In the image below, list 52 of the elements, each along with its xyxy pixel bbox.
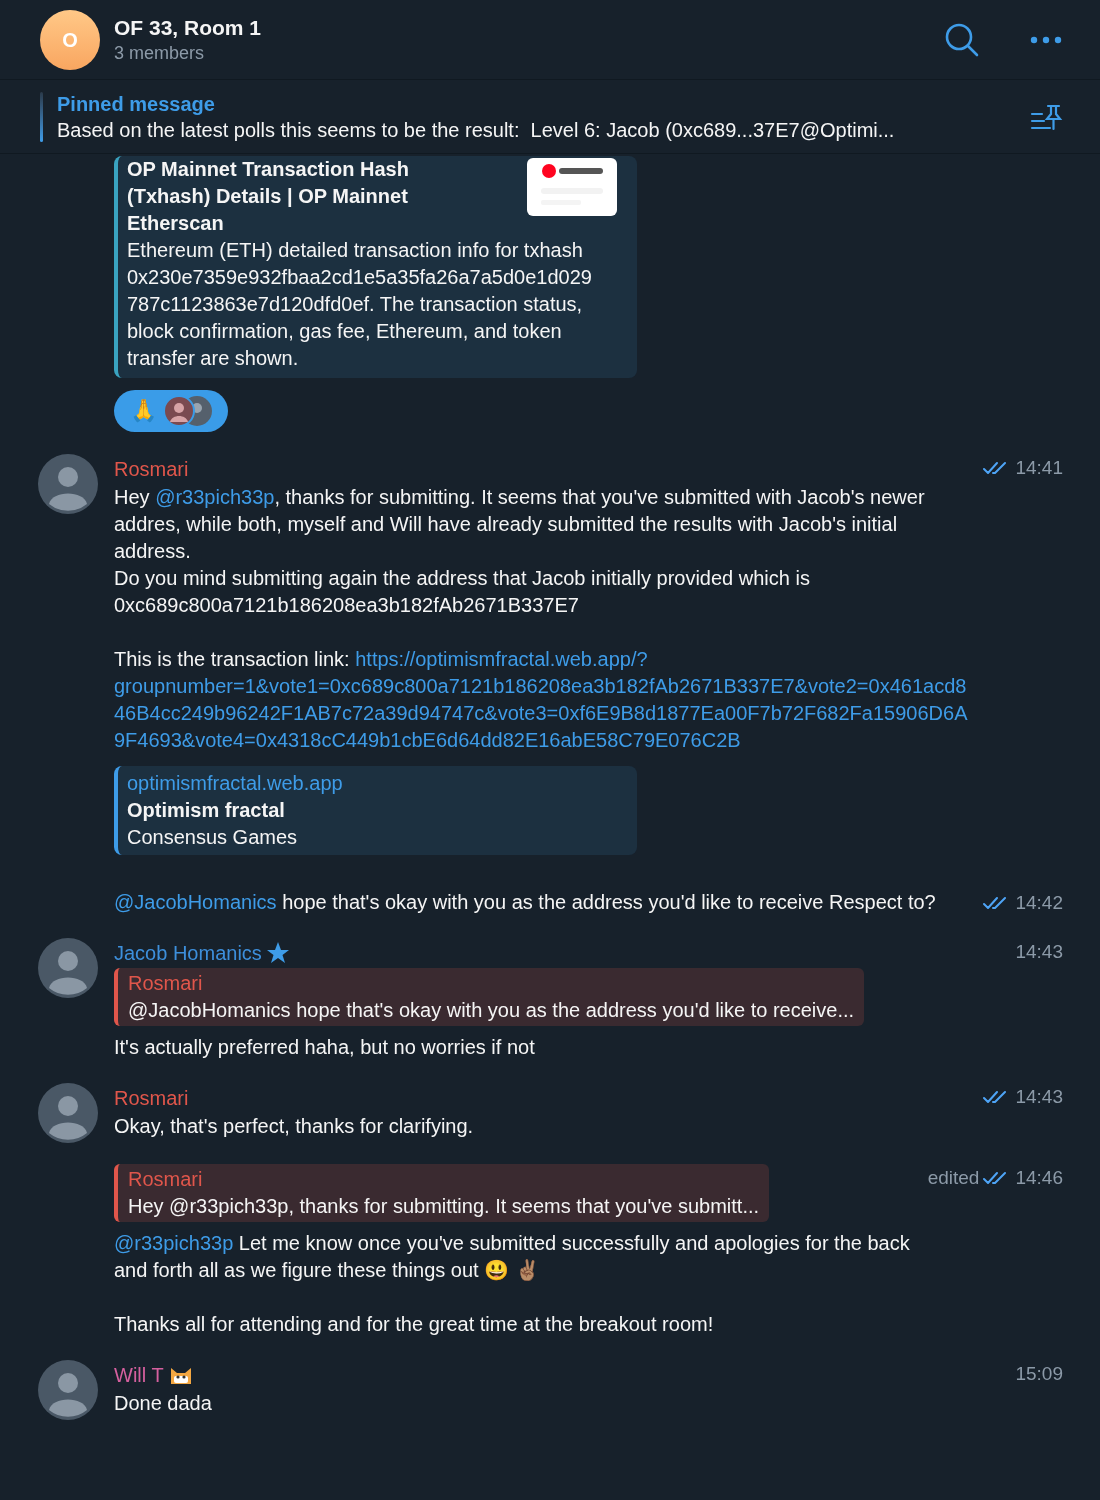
message-text: @r33pich33p Let me know once you've submitted successfully and apologies for the back and forth all as we figure these things out 😃 ✌🏽	[114, 1231, 911, 1283]
preview-title: OP Mainnet Transaction Hash (Txhash) Details | OP Mainnet Etherscan	[127, 157, 410, 236]
mention-link[interactable]: @r33pich33p	[114, 1232, 234, 1254]
link-preview[interactable]	[114, 156, 637, 378]
preview-description: Consensus Games	[127, 825, 299, 850]
star-badge-icon	[265, 941, 290, 965]
preview-description: Ethereum (ETH) detailed transaction info for txhash 0x230e7359e932fbaa2cd1e5a35fa26a7a5d0e1d029787c1123863e7d120dfd0ef. The transaction status, block confirmation, gas fee, Ethereum, and token transfer are shown.	[127, 238, 593, 371]
reaction-emoji: 🙏	[130, 400, 157, 422]
link-preview[interactable]: optimismfractal.web.app Optimism fractal Consensus Games	[114, 766, 637, 855]
sender-name[interactable]: Jacob Homanics	[114, 939, 262, 967]
message-text: Hey @r33pich33p, thanks for submitting. It seems that you've submitted with Jacob's newer addres, while both, myself and Will have already submitted the results with Jacob's initial address. Do you mind submitting again the address that Jacob initially provided which is 0xc689c800a7121b186208ea3b182fAb2671B337E7	[114, 485, 926, 618]
message-text: @JacobHomanics hope that's okay with you as the address you'd like to receive Respect to?	[114, 890, 937, 915]
reply-quote[interactable]: Rosmari @JacobHomanics hope that's okay with you as the address you'd like to receive...	[114, 968, 865, 1026]
more-icon[interactable]	[1030, 34, 1062, 45]
message-text: Thanks all for attending and for the great time at the breakout room!	[114, 1312, 715, 1337]
message-text: Okay, that's perfect, thanks for clarifying.	[114, 1114, 475, 1139]
user-avatar[interactable]	[38, 454, 98, 514]
url-link[interactable]: https://optimismfractal.web.app/?	[355, 648, 648, 670]
message-text: It's actually preferred haha, but no worries if not	[114, 1035, 536, 1060]
mention-link[interactable]: @r33pich33p	[155, 486, 275, 508]
message-time: 14:43	[1015, 1085, 1063, 1109]
chat-title: OF 33, Room 1	[114, 14, 263, 41]
pinned-text: Based on the latest polls this seems to be the result: Level 6: Jacob (0xc689...37E7@Optimi...	[57, 117, 896, 143]
reply-text: Hey @r33pich33p, thanks for submitting. It seems that you've submitt...	[128, 1194, 760, 1219]
message-time: 14:41	[1015, 456, 1063, 480]
sender-name[interactable]: Rosmari	[114, 455, 189, 483]
user-avatar[interactable]	[38, 1360, 98, 1420]
message-time: 14:46	[1015, 1166, 1063, 1190]
mention-link[interactable]: @JacobHomanics	[114, 891, 277, 913]
user-avatar[interactable]	[38, 938, 98, 998]
preview-title: Optimism fractal	[127, 798, 286, 823]
search-icon[interactable]	[944, 21, 980, 58]
reactor-avatars-icon	[163, 395, 215, 427]
pinned-bar[interactable]: Pinned message Based on the latest polls this seems to be the result: Level 6: Jacob (0xc689...37E7@Optimi...	[0, 80, 1100, 154]
pinned-label: Pinned message	[57, 91, 216, 117]
message-text: Done dada	[114, 1391, 213, 1416]
sender-name[interactable]: Will T	[114, 1361, 164, 1389]
message-time: 15:09	[1015, 1362, 1063, 1386]
edited-label: edited	[927, 1166, 980, 1190]
sender-name[interactable]: Rosmari	[114, 1084, 189, 1112]
chat-avatar: O	[40, 9, 100, 70]
member-count: 3 members	[114, 41, 206, 65]
message-text: This is the transaction link: https://optimismfractal.web.app/? groupnumber=1&vote1=0xc689c800a7121b186208ea3b182fAb2671B337E7&vote2=0x461acd846B4cc249b96242F1AB7c72a39d94747c&vote3=0xf6E9B8d1877Ea00F7b72F682Fa15906D6A9F4693&vote4=0x4318cC449b1cbE6d64dd82E16abE58C79E076C2B	[114, 646, 972, 754]
reply-sender: Rosmari	[128, 971, 204, 996]
reply-sender: Rosmari	[128, 1167, 204, 1192]
url-link[interactable]: groupnumber=1&vote1=0xc689c800a7121b186208ea3b182fAb2671B337E7&vote2=0x461acd846B4cc249b96242F1AB7c72a39d94747c&vote3=0xf6E9B8d1877Ea00F7b72F682Fa15906D6A9F4693&vote4=0x4318cC449b1cbE6d64dd82E16abE58C79E076C2B	[114, 673, 972, 754]
user-avatar[interactable]	[38, 1083, 98, 1143]
message-time: 14:43	[1015, 940, 1063, 964]
message-time: 14:42	[1015, 891, 1063, 915]
preview-site: optimismfractal.web.app	[127, 771, 344, 796]
reply-text: @JacobHomanics hope that's okay with you as the address you'd like to receive...	[128, 998, 855, 1023]
reply-quote[interactable]: Rosmari Hey @r33pich33p, thanks for submitting. It seems that you've submitt...	[114, 1164, 770, 1222]
